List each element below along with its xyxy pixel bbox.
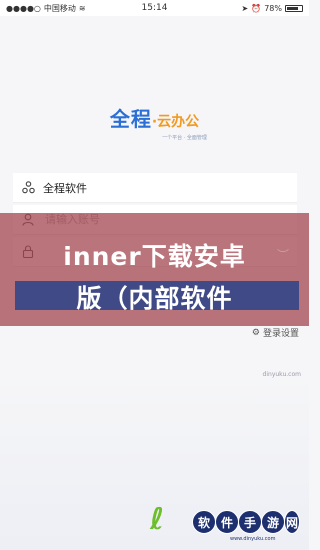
watermark-char-4: 游 xyxy=(261,510,285,534)
wifi-icon: ≋ xyxy=(78,3,86,13)
carrier-label: 中国移动 xyxy=(43,3,76,13)
login-settings-label: 登录设置 xyxy=(262,329,299,339)
site-watermark: ℓ 软 件 手 游 网 www.dinyuku.com xyxy=(150,502,300,542)
signal-icon: ●●●●○ xyxy=(6,3,41,13)
watermark-url-top: dinyuku.com xyxy=(262,371,301,378)
status-bar: ●●●●○ 中国移动 ≋ 15:14 ➤ ⏰ 78% xyxy=(0,0,309,16)
alarm-icon: ⏰ xyxy=(251,3,262,13)
app-logo: 全程·云办公 一个平台 · 全面管理 xyxy=(0,103,309,141)
company-field[interactable]: 全程软件 xyxy=(13,173,297,203)
location-icon: ➤ xyxy=(241,3,249,13)
login-settings-link[interactable]: ⚙ 登录设置 xyxy=(251,326,299,340)
eye-toggle-icon[interactable]: ︶ xyxy=(277,246,289,263)
battery-fill xyxy=(287,6,298,10)
logo-tagline: 一个平台 · 全面管理 xyxy=(162,135,207,141)
watermark-char-1: 软 xyxy=(192,510,216,534)
watermark-leaf-icon: ℓ xyxy=(150,502,165,537)
watermark-char-5: 网 xyxy=(284,510,300,534)
company-value: 全程软件 xyxy=(43,181,87,195)
watermark-char-2: 件 xyxy=(215,510,239,534)
status-right: ➤ ⏰ 78% xyxy=(242,4,303,13)
watermark-char-3: 手 xyxy=(238,510,262,534)
status-left: ●●●●○ 中国移动 ≋ xyxy=(6,3,86,14)
logo-sub-text: 云办公 xyxy=(157,114,200,130)
gear-icon: ⚙ xyxy=(251,327,260,338)
watermark-url-bottom: www.dinyuku.com xyxy=(230,536,276,542)
banner-title-line2: 版（内部软件 xyxy=(76,284,233,313)
battery-icon xyxy=(285,4,303,12)
banner-title-line1: inner下载安卓 xyxy=(63,242,246,271)
logo-main-text: 全程 xyxy=(109,107,152,131)
org-icon xyxy=(13,181,43,194)
battery-percent: 78% xyxy=(264,3,282,13)
